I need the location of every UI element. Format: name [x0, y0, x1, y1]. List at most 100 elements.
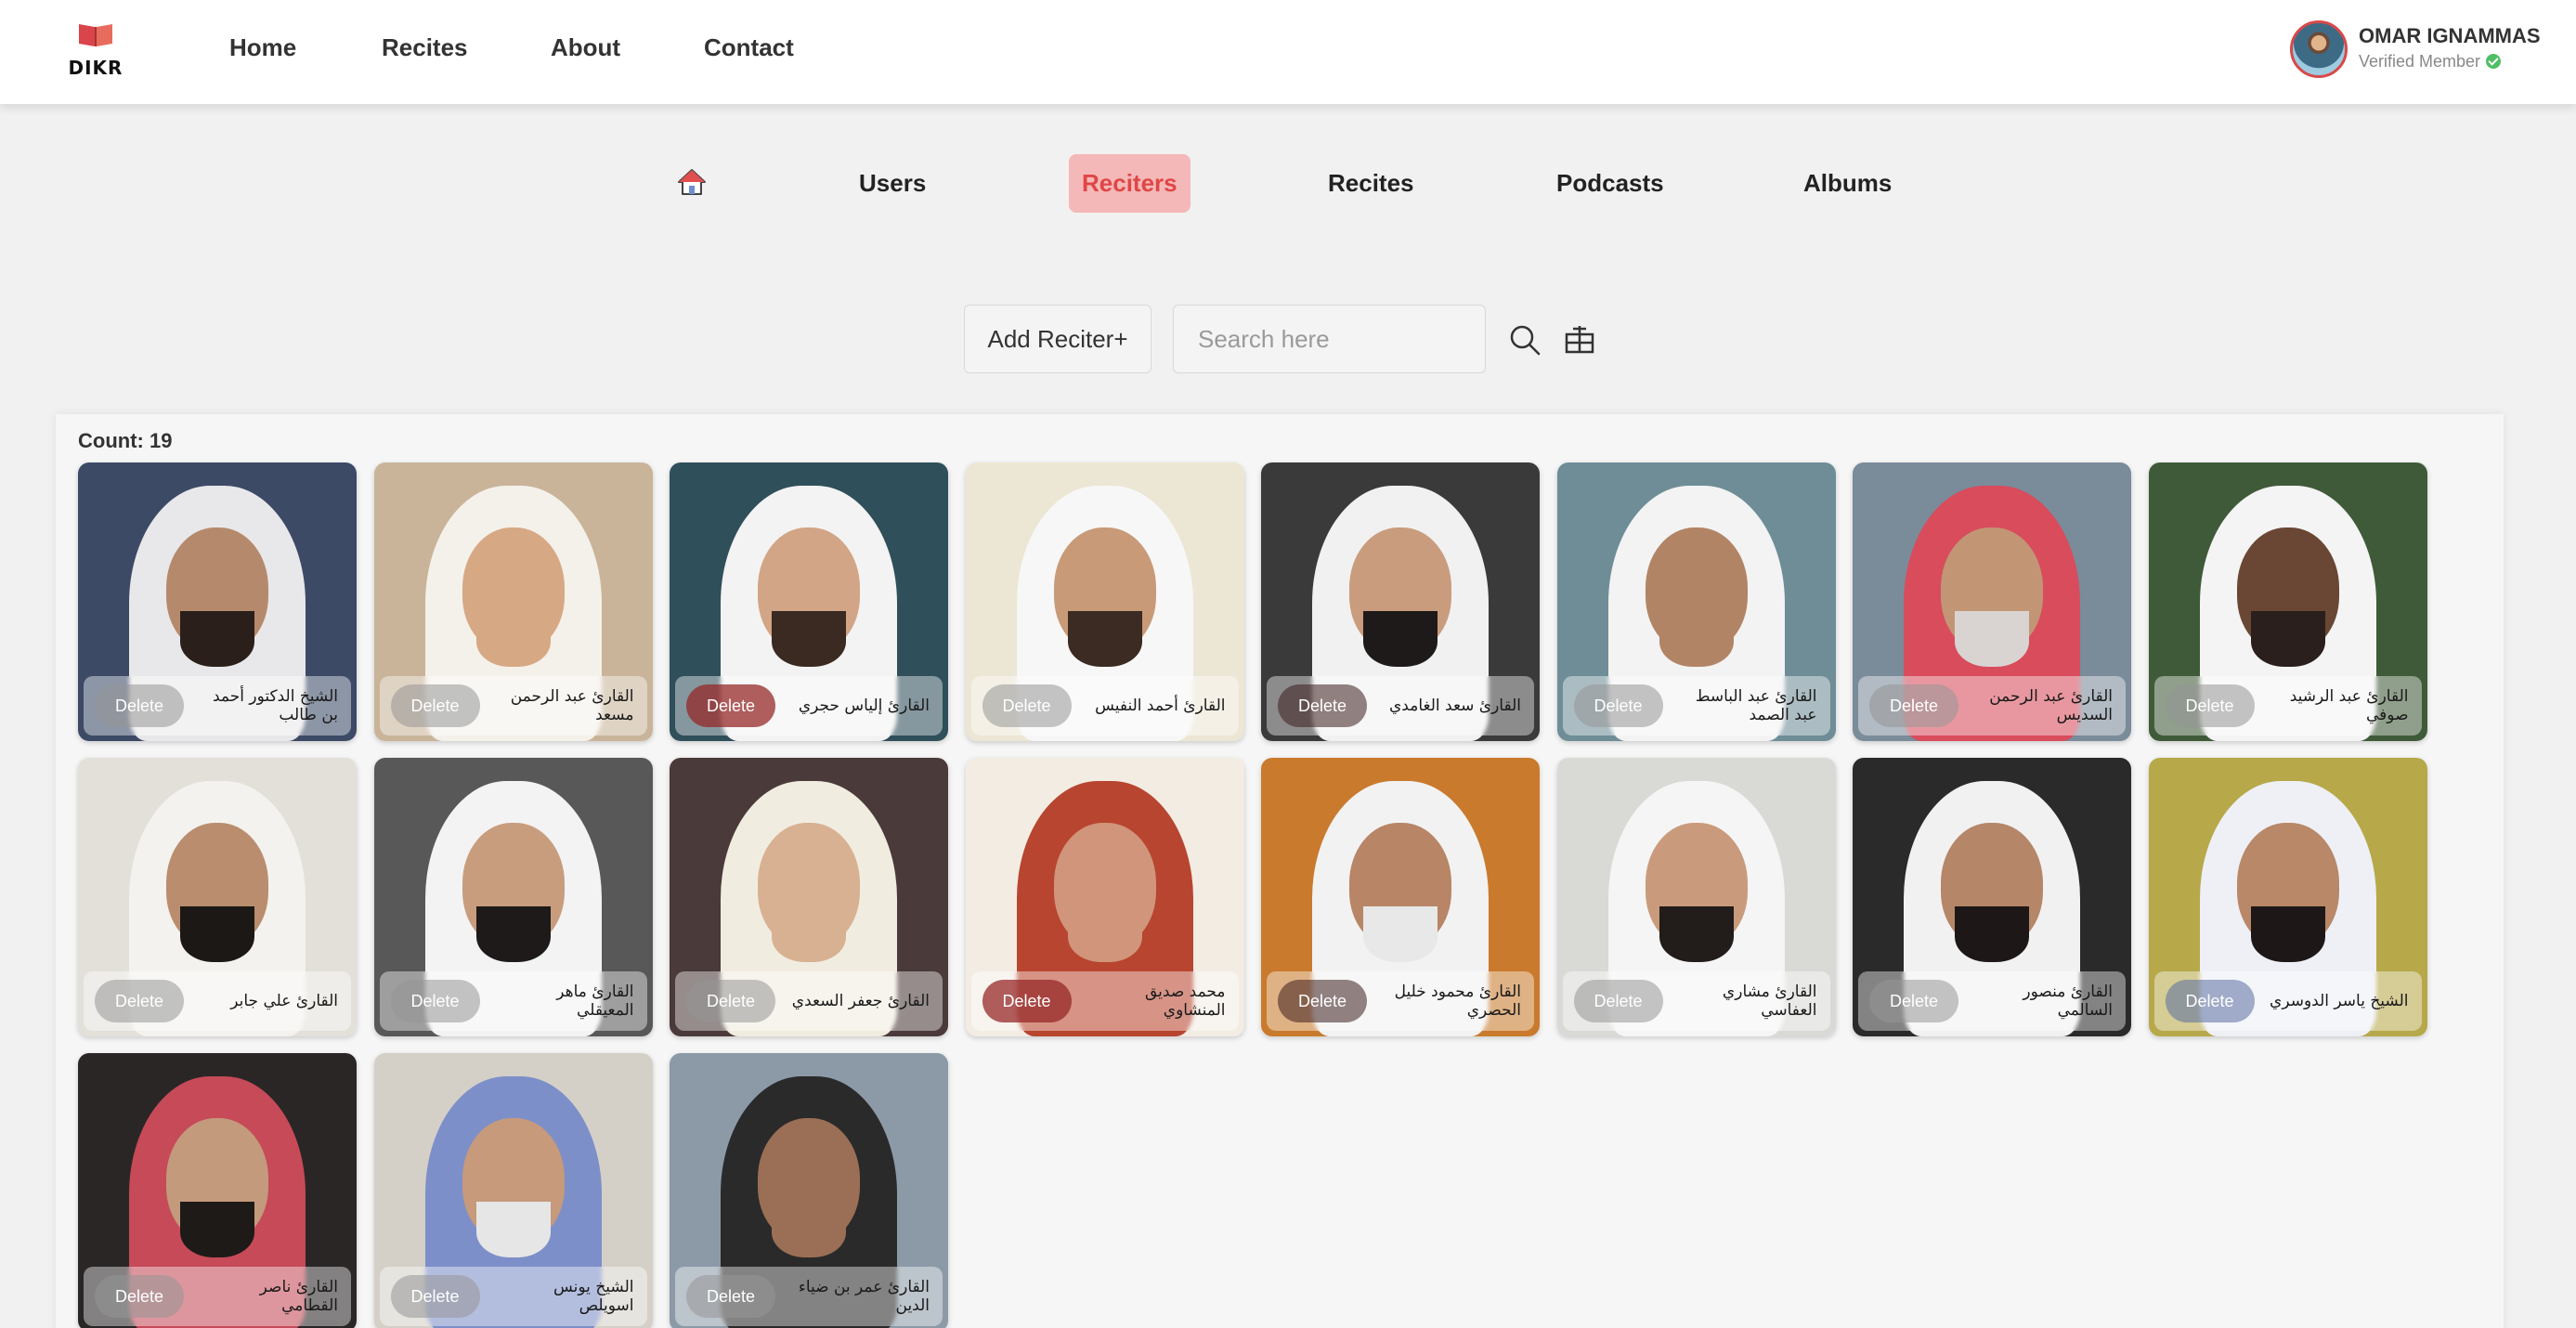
reciter-card[interactable]: Delete القارئ محمود خليل الحصري — [1261, 758, 1540, 1036]
reciter-card[interactable]: Delete القارئ جعفر السعدي — [670, 758, 948, 1036]
reciter-caption: Delete الشيخ يونس اسويلص — [379, 1267, 647, 1326]
nav-about[interactable]: About — [551, 33, 620, 62]
photo-beard — [1067, 906, 1142, 962]
reciter-name: القارئ عبد الرحمن السديس — [1989, 687, 2113, 724]
photo-beard — [475, 1202, 551, 1257]
delete-button[interactable]: Delete — [2165, 980, 2255, 1022]
nav-contact[interactable]: Contact — [704, 33, 794, 62]
photo-beard — [475, 906, 551, 962]
reciter-name: القارئ عبد الباسط عبد الصمد — [1695, 687, 1817, 724]
photo-beard — [772, 611, 846, 667]
photo-beard — [772, 1202, 846, 1257]
photo-beard — [1363, 906, 1438, 962]
reciter-card[interactable]: Delete القارئ سعد الغامدي — [1261, 462, 1540, 741]
tab-recites[interactable]: Recites — [1328, 169, 1414, 198]
reciter-card[interactable]: Delete القارئ أحمد النفيس — [965, 462, 1244, 741]
reciter-card[interactable]: Delete القارئ عبد الرشيد صوفي — [2148, 462, 2427, 741]
delete-button[interactable]: Delete — [1278, 684, 1367, 727]
delete-button[interactable]: Delete — [1278, 980, 1367, 1022]
photo-beard — [1067, 611, 1142, 667]
delete-button[interactable]: Delete — [1869, 980, 1958, 1022]
reciters-count: Count: 19 — [78, 429, 173, 452]
reciter-caption: Delete القارئ ناصر القطامي — [84, 1267, 351, 1326]
photo-beard — [1955, 611, 2029, 667]
reciter-caption: Delete القارئ أحمد النفيس — [970, 676, 1239, 736]
delete-button[interactable]: Delete — [390, 1275, 480, 1318]
delete-button[interactable]: Delete — [1573, 684, 1663, 727]
reciter-card[interactable]: Delete الشيخ ياسر الدوسري — [2148, 758, 2427, 1036]
delete-button[interactable]: Delete — [686, 1275, 775, 1318]
avatar[interactable] — [2290, 20, 2348, 78]
photo-beard — [772, 906, 846, 962]
search-icon[interactable] — [1508, 323, 1542, 357]
reciter-name: القارئ ناصر القطامي — [259, 1278, 338, 1315]
delete-button[interactable]: Delete — [2165, 684, 2255, 727]
delete-button[interactable]: Delete — [390, 684, 480, 727]
reciter-name: القارئ علي جابر — [230, 992, 338, 1010]
reciter-caption: Delete القارئ عبد الرحمن السديس — [1858, 676, 2126, 736]
reciter-caption: Delete الشيخ الدكتور أحمد بن طالب — [84, 676, 351, 736]
photo-beard — [2250, 611, 2325, 667]
delete-button[interactable]: Delete — [982, 684, 1072, 727]
reciter-card[interactable]: Delete الشيخ الدكتور أحمد بن طالب — [78, 462, 357, 741]
delete-button[interactable]: Delete — [686, 684, 775, 727]
reciter-caption: Delete محمد صديق المنشاوي — [970, 971, 1239, 1031]
search-input[interactable] — [1173, 305, 1486, 373]
reciter-name: القارئ ماهر المعيقلي — [556, 983, 634, 1020]
reciters-grid: Delete الشيخ الدكتور أحمد بن طالب Delete… — [78, 462, 2427, 1328]
nav-home[interactable]: Home — [229, 33, 296, 62]
delete-button[interactable]: Delete — [95, 980, 184, 1022]
delete-button[interactable]: Delete — [95, 1275, 184, 1318]
reciter-card[interactable]: Delete القارئ مشاري العفاسي — [1556, 758, 1836, 1036]
delete-button[interactable]: Delete — [1573, 980, 1663, 1022]
reciter-card[interactable]: Delete القارئ ماهر المعيقلي — [373, 758, 653, 1036]
profile-status: Verified Member — [2359, 52, 2502, 72]
reciter-caption: Delete القارئ عبد الرحمن مسعد — [379, 676, 647, 736]
reciter-card[interactable]: Delete القارئ ناصر القطامي — [78, 1053, 357, 1328]
reciter-name: الشيخ ياسر الدوسري — [2270, 992, 2409, 1010]
delete-button[interactable]: Delete — [686, 980, 775, 1022]
reciter-name: القارئ سعد الغامدي — [1389, 697, 1521, 715]
reciter-card[interactable]: Delete القارئ إلياس حجري — [670, 462, 948, 741]
reciter-name: القارئ عبد الرحمن مسعد — [510, 687, 634, 724]
reciter-caption: Delete القارئ سعد الغامدي — [1267, 676, 1534, 736]
delete-button[interactable]: Delete — [982, 980, 1072, 1022]
tab-users[interactable]: Users — [859, 169, 926, 198]
verified-check-icon — [2486, 54, 2502, 69]
photo-beard — [1659, 611, 1734, 667]
reciter-card[interactable]: Delete القارئ منصور السالمي — [1853, 758, 2131, 1036]
reciter-card[interactable]: Delete القارئ عبد الرحمن السديس — [1853, 462, 2131, 741]
reciter-name: القارئ محمود خليل الحصري — [1394, 983, 1521, 1020]
reciter-caption: Delete القارئ جعفر السعدي — [675, 971, 943, 1031]
reciter-name: القارئ أحمد النفيس — [1095, 697, 1226, 715]
reciter-caption: Delete القارئ مشاري العفاسي — [1562, 971, 1830, 1031]
user-profile[interactable]: OMAR IGNAMMAS Verified Member — [2290, 19, 2559, 78]
filter-icon[interactable] — [1564, 323, 1595, 355]
reciter-card[interactable]: Delete محمد صديق المنشاوي — [965, 758, 1244, 1036]
reciter-name: القارئ منصور السالمي — [2023, 983, 2113, 1020]
delete-button[interactable]: Delete — [95, 684, 184, 727]
reciter-caption: Delete القارئ محمود خليل الحصري — [1267, 971, 1534, 1031]
tab-albums[interactable]: Albums — [1803, 169, 1892, 198]
tab-podcasts[interactable]: Podcasts — [1556, 169, 1664, 198]
home-icon[interactable] — [676, 167, 708, 197]
reciter-card[interactable]: Delete القارئ عبد الباسط عبد الصمد — [1556, 462, 1836, 741]
photo-beard — [2250, 906, 2325, 962]
reciter-card[interactable]: Delete القارئ عبد الرحمن مسعد — [373, 462, 653, 741]
reciter-card[interactable]: Delete الشيخ يونس اسويلص — [373, 1053, 653, 1328]
photo-beard — [1363, 611, 1438, 667]
reciter-caption: Delete القارئ عبد الباسط عبد الصمد — [1562, 676, 1830, 736]
delete-button[interactable]: Delete — [390, 980, 480, 1022]
reciter-name: القارئ عبد الرشيد صوفي — [2289, 687, 2409, 724]
reciter-caption: Delete القارئ منصور السالمي — [1858, 971, 2126, 1031]
photo-beard — [180, 1202, 254, 1257]
reciter-name: القارئ عمر بن ضياء الدين — [798, 1278, 930, 1315]
photo-beard — [1955, 906, 2029, 962]
tab-reciters[interactable]: Reciters — [1069, 154, 1190, 213]
reciter-card[interactable]: Delete القارئ عمر بن ضياء الدين — [670, 1053, 948, 1328]
delete-button[interactable]: Delete — [1869, 684, 1958, 727]
reciter-card[interactable]: Delete القارئ علي جابر — [78, 758, 357, 1036]
add-reciter-button[interactable]: Add Reciter+ — [964, 305, 1151, 373]
brand-logo[interactable]: DIKR — [67, 20, 124, 79]
nav-recites[interactable]: Recites — [382, 33, 468, 62]
